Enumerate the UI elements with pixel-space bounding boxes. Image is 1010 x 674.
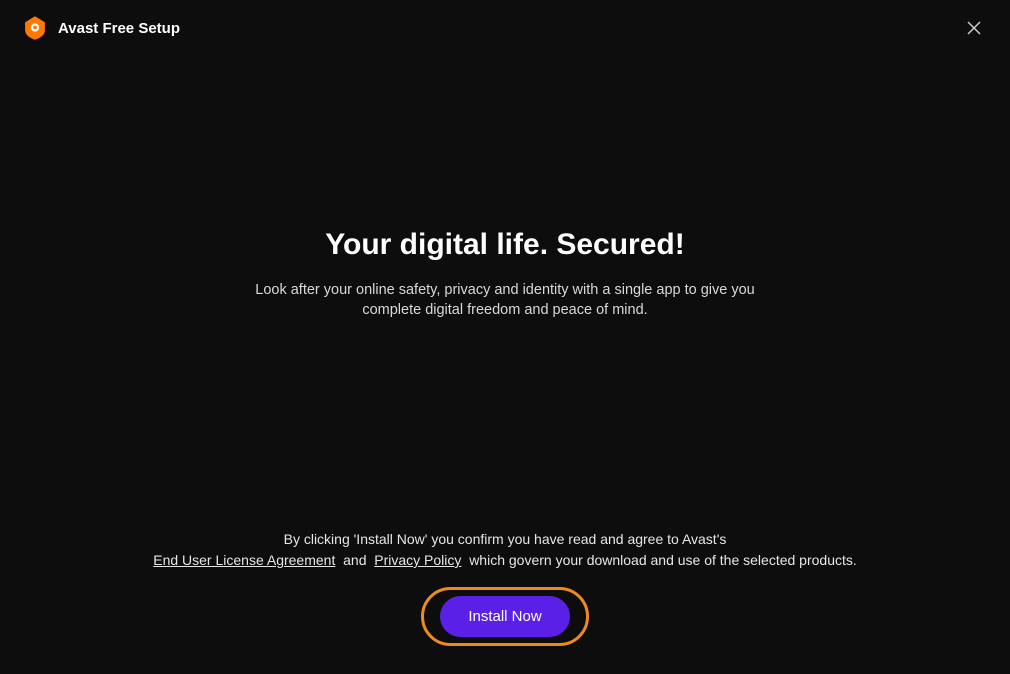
app-title: Avast Free Setup: [58, 20, 180, 37]
close-button[interactable]: [960, 14, 988, 42]
install-highlight-ring: Install Now: [421, 587, 588, 646]
header: Avast Free Setup: [0, 0, 1010, 56]
header-left: Avast Free Setup: [22, 15, 180, 41]
agreement-prefix: By clicking 'Install Now' you confirm yo…: [284, 531, 727, 547]
main-content: Your digital life. Secured! Look after y…: [0, 56, 1010, 321]
agreement-text: By clicking 'Install Now' you confirm yo…: [0, 529, 1010, 571]
avast-logo-icon: [22, 15, 48, 41]
headline: Your digital life. Secured!: [0, 228, 1010, 262]
subtext: Look after your online safety, privacy a…: [255, 280, 755, 321]
install-now-button[interactable]: Install Now: [440, 596, 569, 637]
eula-link[interactable]: End User License Agreement: [153, 552, 335, 568]
bottom-section: By clicking 'Install Now' you confirm yo…: [0, 529, 1010, 646]
privacy-policy-link[interactable]: Privacy Policy: [374, 552, 461, 568]
close-icon: [965, 19, 983, 37]
agreement-and: and: [343, 552, 366, 568]
agreement-suffix: which govern your download and use of th…: [469, 552, 857, 568]
